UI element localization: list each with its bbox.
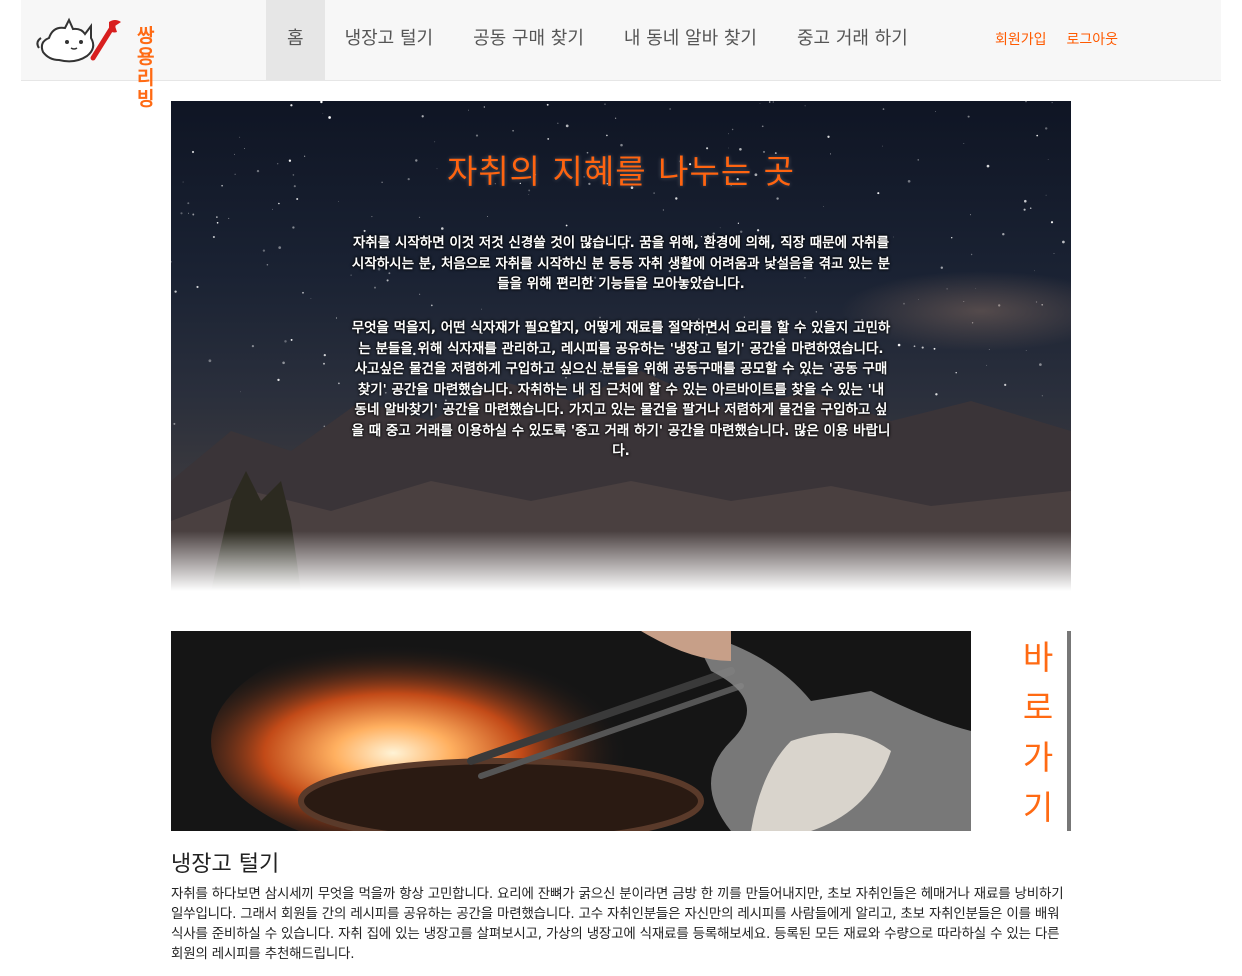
section-title: 냉장고 털기	[171, 852, 280, 877]
cooking-flame-image	[171, 631, 971, 831]
hero-banner: 자취의 지혜를 나누는 곳 자취를 시작하면 이것 저것 신경쓸 것이 많습니다…	[171, 101, 1071, 591]
hero-title: 자취의 지혜를 나누는 곳	[446, 152, 796, 191]
hero-features-paragraph: 무엇을 먹을지, 어떤 식자재가 필요할지, 어떻게 재료를 절약하면서 요리를…	[351, 320, 891, 459]
nav-item-home[interactable]: 홈	[266, 0, 325, 80]
hero-intro-paragraph: 자취를 시작하면 이것 저것 신경쓸 것이 많습니다. 꿈을 위해, 환경에 의…	[351, 235, 891, 292]
section-description: 자취를 하다보면 삼시세끼 무엇을 먹을까 항상 고민합니다. 요리에 잔뼈가 …	[171, 886, 1064, 962]
auth-links: 회원가입 로그아웃	[995, 29, 1118, 49]
shortcut-button[interactable]: 바로가기	[1020, 631, 1071, 831]
signup-link[interactable]: 회원가입	[995, 29, 1047, 49]
site-logo[interactable]: 쌍용 리빙	[35, 12, 165, 110]
logo-text-line1: 쌍용	[137, 25, 156, 68]
top-header: 쌍용 리빙 홈 냉장고 털기 공동 구매 찾기 내 동네 알바 찾기 중고 거래…	[21, 0, 1221, 110]
nav-item-group-buy[interactable]: 공동 구매 찾기	[453, 0, 604, 80]
shortcut-label: 바로가기	[1022, 638, 1054, 827]
cooking-photo-icon	[171, 631, 971, 831]
logout-link[interactable]: 로그아웃	[1067, 29, 1119, 49]
logo-text-line2: 리빙	[137, 67, 156, 110]
cat-wrench-logo-icon	[36, 17, 121, 63]
nav-item-fridge[interactable]: 냉장고 털기	[325, 0, 454, 80]
nav-item-used-trade[interactable]: 중고 거래 하기	[777, 0, 928, 80]
main-nav: 홈 냉장고 털기 공동 구매 찾기 내 동네 알바 찾기 중고 거래 하기	[266, 0, 928, 80]
nav-item-local-jobs[interactable]: 내 동네 알바 찾기	[604, 0, 777, 80]
